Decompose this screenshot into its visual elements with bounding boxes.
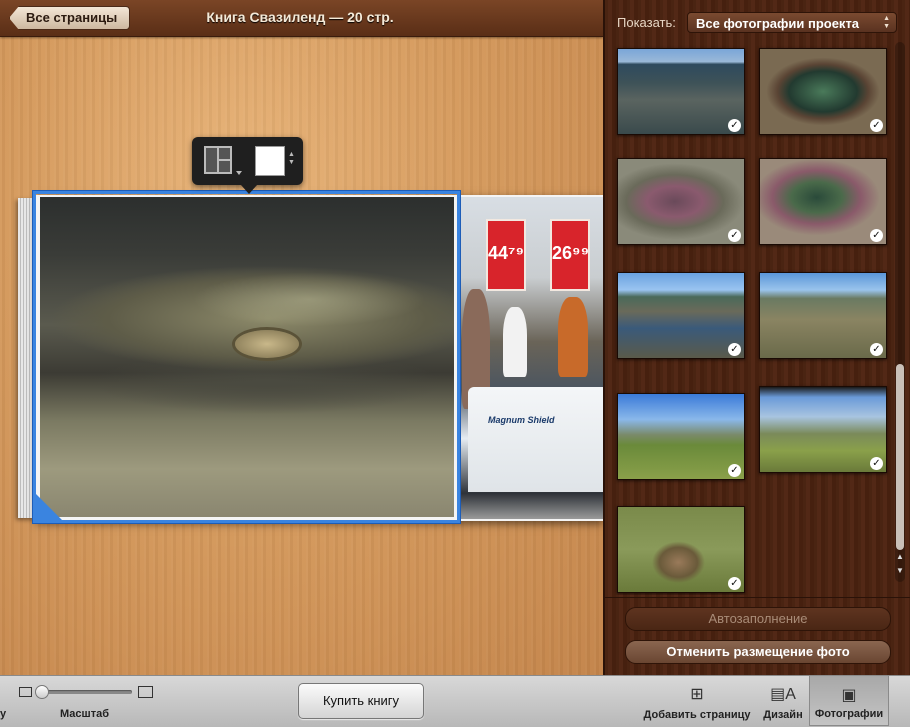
design-label: Дизайн	[763, 709, 803, 721]
autofill-button[interactable]: Автозаполнение	[625, 607, 891, 631]
zoom-slider-knob[interactable]	[35, 685, 49, 699]
select-arrows-icon: ▲ ▼	[883, 15, 890, 30]
checkmark-icon: ✓	[728, 119, 741, 132]
photo-thumbnail-rocky-beach[interactable]: ✓	[759, 272, 887, 359]
scroll-down-arrow-icon[interactable]: ▼	[895, 566, 905, 580]
photos-scrollbar[interactable]: ▲ ▼	[895, 42, 905, 582]
checkmark-icon: ✓	[870, 457, 883, 470]
person-figure	[503, 307, 527, 377]
checkmark-icon: ✓	[870, 119, 883, 132]
checkmark-icon: ✓	[728, 229, 741, 242]
book-header-bar: Все страницы Книга Свазиленд — 20 стр.	[0, 0, 603, 37]
photo-thumbnail-rocky-shore[interactable]: ✓	[617, 48, 745, 135]
photo-thumbnail-green-rock-pool[interactable]: ✓	[759, 158, 887, 245]
checkmark-icon: ✓	[870, 343, 883, 356]
scroll-up-arrow-icon[interactable]: ▲	[895, 552, 905, 566]
buy-book-button[interactable]: Купить книгу	[298, 683, 424, 719]
add-page-icon: ⊞	[690, 686, 704, 703]
van-logo-text: Magnum Shield	[488, 415, 555, 425]
page-layout-icon[interactable]	[204, 146, 232, 174]
show-filter-select[interactable]: Все фотографии проекта ▲ ▼	[687, 12, 897, 33]
photo-thumbnail-coast-blue-sky[interactable]: ✓	[617, 272, 745, 359]
unplace-photos-button[interactable]: Отменить размещение фото	[625, 640, 891, 664]
zoom-out-icon[interactable]	[19, 687, 32, 697]
toolbar-edge-label: у	[0, 708, 7, 720]
all-pages-button[interactable]: Все страницы	[9, 6, 131, 30]
scrollbar-thumb[interactable]	[896, 364, 904, 550]
photo-thumbnail-purple-rock-pool[interactable]: ✓	[617, 158, 745, 245]
checkmark-icon: ✓	[728, 577, 741, 590]
right-page-photo[interactable]: 44⁷⁹ 26⁹⁹ Magnum Shield	[458, 197, 603, 519]
price-sign-right: 26⁹⁹	[550, 219, 590, 291]
stepper-arrows-icon[interactable]: ▲ ▼	[288, 151, 295, 167]
photos-button[interactable]: ▣ Фотографии	[809, 675, 889, 726]
show-label: Показать:	[617, 15, 676, 30]
chevron-down-icon[interactable]	[236, 171, 242, 175]
add-page-button[interactable]: ⊞ Добавить страницу	[640, 675, 754, 726]
price-sign-left: 44⁷⁹	[486, 219, 526, 291]
zoom-label: Масштаб	[60, 708, 110, 720]
photo-thumbnail-tide-pool[interactable]: ✓	[759, 48, 887, 135]
checkmark-icon: ✓	[870, 229, 883, 242]
layout-popover: ▲ ▼	[192, 137, 303, 194]
photos-icon: ▣	[841, 687, 857, 704]
zoom-slider[interactable]	[38, 690, 132, 694]
book-title: Книга Свазиленд — 20 стр.	[206, 9, 394, 25]
background-color-swatch[interactable]	[255, 146, 285, 176]
photos-panel: Показать: Все фотографии проекта ▲ ▼ ✓ ✓ …	[603, 0, 910, 675]
design-icon: ▤A	[770, 686, 796, 703]
add-page-label: Добавить страницу	[643, 709, 751, 721]
page-corner-tab[interactable]	[36, 494, 62, 520]
van-image	[468, 387, 603, 492]
selected-photo-frame[interactable]	[33, 191, 460, 523]
photo-thumbnail-kudu-antelope[interactable]: ✓	[617, 506, 745, 593]
photos-label: Фотографии	[814, 708, 884, 720]
zoom-in-icon[interactable]	[138, 686, 153, 698]
person-figure	[558, 297, 588, 377]
photo-thumbnail-grassland-sign[interactable]: ✓	[759, 386, 887, 473]
photo-thumbnail-grid: ✓ ✓ ✓ ✓ ✓ ✓ ✓ ✓ ✓	[605, 40, 899, 595]
photo-thumbnail-hikers-grassland[interactable]: ✓	[617, 393, 745, 480]
show-filter-value: Все фотографии проекта	[696, 16, 860, 31]
panel-divider	[605, 597, 910, 598]
design-button[interactable]: ▤A Дизайн	[758, 675, 808, 726]
checkmark-icon: ✓	[728, 464, 741, 477]
checkmark-icon: ✓	[728, 343, 741, 356]
